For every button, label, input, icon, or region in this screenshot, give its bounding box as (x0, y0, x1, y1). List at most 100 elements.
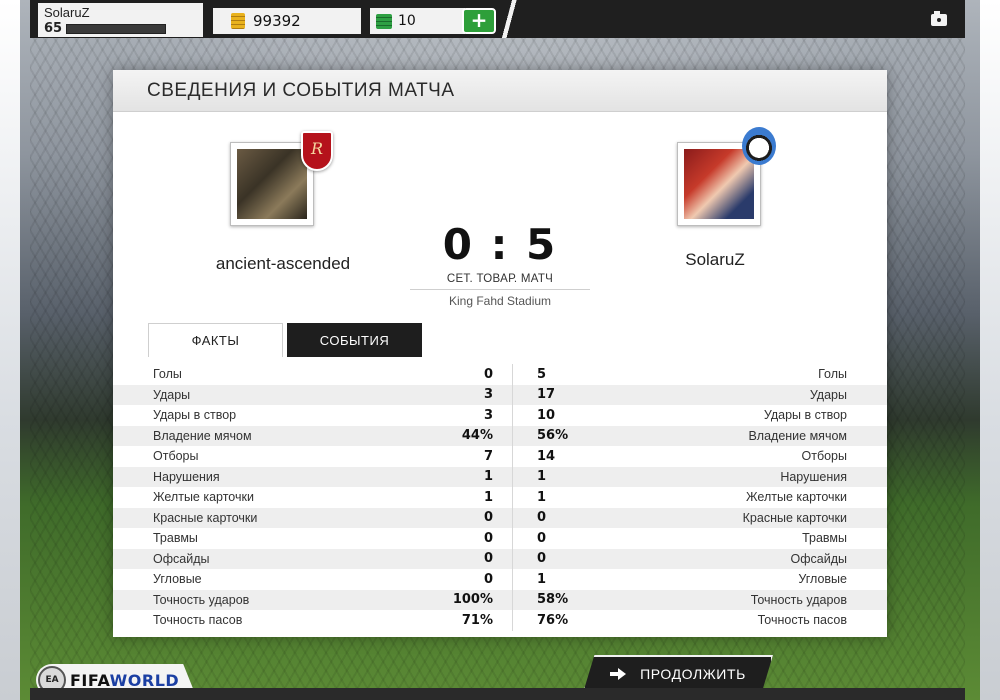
stat-divider (493, 528, 533, 549)
stat-divider (493, 405, 533, 426)
points-value: 10 (398, 13, 416, 29)
stat-label-home: Офсайды (153, 551, 210, 566)
stat-row: Точность ударов 100% 58% Точность ударов (113, 589, 887, 611)
stat-label-home: Точность ударов (153, 592, 250, 607)
coins-icon (231, 13, 245, 29)
stat-row: Офсайды 0 0 Офсайды (113, 548, 887, 569)
home-team-avatar (230, 131, 333, 226)
arrow-right-icon (610, 668, 627, 680)
match-score: 0 : 5 (442, 220, 558, 269)
stat-value-home: 7 (483, 448, 493, 464)
stat-value-away: 10 (537, 407, 556, 423)
stat-row: Удары 3 17 Удары (113, 384, 887, 406)
tab-events[interactable]: СОБЫТИЯ (287, 323, 422, 357)
stat-label-home: Голы (153, 367, 182, 382)
right-edge (980, 0, 1000, 700)
stat-label-away: Удары в створ (763, 408, 847, 423)
stat-divider (493, 589, 533, 611)
away-team: SolaruZ (605, 127, 825, 270)
away-team-avatar (677, 127, 776, 226)
stat-value-home: 0 (483, 510, 493, 526)
stat-label-home: Желтые карточки (153, 490, 254, 505)
stat-value-home: 0 (483, 366, 493, 382)
stat-label-home: Травмы (153, 531, 198, 546)
level-row: 65 (44, 21, 197, 36)
home-club-badge-icon (301, 131, 333, 171)
logo-text: FIFAWORLD (70, 671, 179, 690)
stat-label-away: Точность пасов (757, 613, 847, 628)
stat-value-away: 0 (537, 551, 547, 567)
stat-value-away: 14 (537, 448, 556, 464)
stat-value-away: 1 (537, 571, 547, 587)
stat-value-home: 3 (483, 407, 493, 423)
stat-value-home: 3 (483, 387, 493, 403)
continue-label: ПРОДОЛЖИТЬ (640, 666, 746, 682)
stat-label-away: Нарушения (780, 469, 847, 484)
stat-divider (493, 466, 533, 488)
stat-label-home: Красные карточки (153, 510, 258, 525)
stat-value-away: 1 (537, 469, 547, 485)
stat-divider (493, 487, 533, 508)
stat-value-away: 0 (537, 530, 547, 546)
camera-icon[interactable] (931, 11, 947, 26)
stat-divider (493, 610, 533, 631)
stat-divider (493, 364, 533, 385)
coins-counter: 99392 (213, 8, 361, 34)
home-team-name: ancient-ascended (215, 254, 351, 273)
buy-points-button[interactable]: + (462, 8, 496, 34)
stat-divider (493, 446, 533, 467)
match-details-panel: СВЕДЕНИЯ И СОБЫТИЯ МАТЧА ancient-ascende… (113, 70, 887, 637)
stat-value-home: 1 (483, 489, 493, 505)
coins-value: 99392 (253, 12, 301, 30)
user-profile-box[interactable]: SolaruZ 65 (38, 3, 203, 37)
stat-row: Угловые 0 1 Угловые (113, 569, 887, 590)
stat-label-home: Удары (153, 387, 191, 402)
stat-row: Точность пасов 71% 76% Точность пасов (113, 610, 887, 631)
teams-section: ancient-ascended 0 : 5 СЕТ. ТОВАР. МАТЧ … (113, 112, 887, 322)
stats-table: Голы 0 5 Голы Удары 3 17 Удары Удары в с… (113, 364, 887, 631)
left-edge (0, 0, 20, 700)
stat-row: Удары в створ 3 10 Удары в створ (113, 405, 887, 426)
stat-divider (493, 384, 533, 406)
home-team-image (237, 149, 307, 219)
stat-label-away: Угловые (798, 572, 847, 587)
panel-title: СВЕДЕНИЯ И СОБЫТИЯ МАТЧА (113, 70, 887, 112)
stadium-name: King Fahd Stadium (448, 294, 552, 308)
stat-label-home: Угловые (153, 572, 202, 587)
stat-row: Отборы 7 14 Отборы (113, 446, 887, 467)
stat-label-away: Желтые карточки (746, 490, 847, 505)
scoreboard: 0 : 5 СЕТ. ТОВАР. МАТЧ King Fahd Stadium (410, 220, 590, 308)
stat-label-away: Красные карточки (742, 510, 847, 525)
stat-label-away: Точность ударов (750, 592, 847, 607)
stat-row: Травмы 0 0 Травмы (113, 528, 887, 549)
stat-label-home: Отборы (153, 449, 199, 464)
stat-value-away: 17 (537, 387, 556, 403)
logo-fifa: FIFA (70, 670, 110, 690)
away-team-name: SolaruZ (685, 250, 745, 269)
tab-facts[interactable]: ФАКТЫ (148, 323, 283, 357)
logo-world: WORLD (109, 670, 180, 690)
user-level: 65 (44, 21, 63, 36)
stat-value-home: 0 (483, 530, 493, 546)
stat-value-home: 0 (483, 571, 493, 587)
stat-label-home: Владение мячом (153, 428, 252, 443)
topbar-divider (500, 0, 520, 38)
stat-value-away: 1 (537, 489, 547, 505)
stat-label-home: Нарушения (153, 469, 220, 484)
stat-value-home: 44% (461, 428, 493, 444)
stat-divider (493, 425, 533, 447)
stat-label-away: Удары (809, 387, 847, 402)
stat-value-home: 0 (483, 551, 493, 567)
stat-value-away: 5 (537, 366, 547, 382)
stats-tabs: ФАКТЫ СОБЫТИЯ (148, 323, 422, 357)
stat-value-away: 0 (537, 510, 547, 526)
stat-label-home: Удары в створ (153, 408, 237, 423)
stat-row: Красные карточки 0 0 Красные карточки (113, 507, 887, 528)
bottom-bar (30, 688, 965, 700)
stat-value-away: 58% (537, 592, 569, 608)
username: SolaruZ (44, 5, 90, 20)
stat-row: Владение мячом 44% 56% Владение мячом (113, 425, 887, 447)
stat-label-away: Отборы (801, 449, 848, 464)
points-icon (376, 13, 392, 29)
points-counter: 10 (370, 8, 465, 34)
